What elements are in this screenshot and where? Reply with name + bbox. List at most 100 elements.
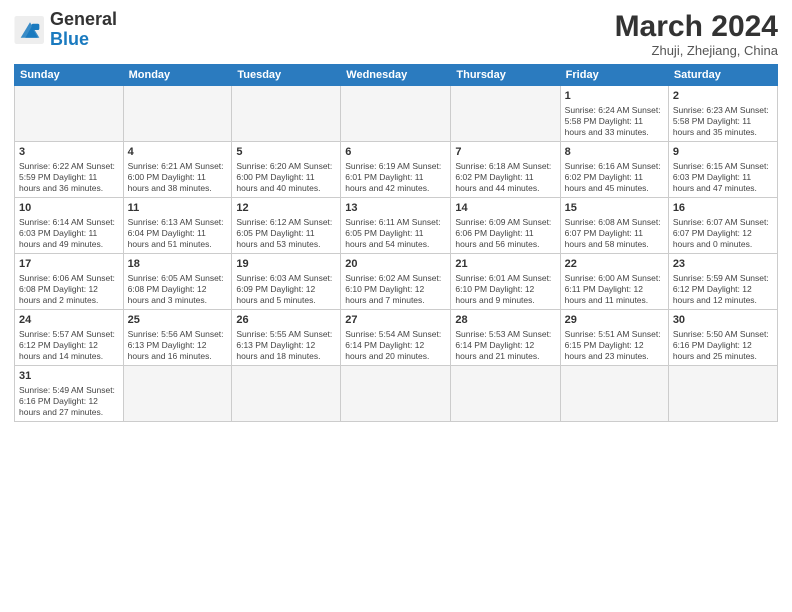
col-monday: Monday [123, 65, 232, 86]
day-info: Sunrise: 6:08 AM Sunset: 6:07 PM Dayligh… [565, 217, 664, 250]
calendar-cell: 2Sunrise: 6:23 AM Sunset: 5:58 PM Daylig… [668, 86, 777, 142]
day-number: 11 [128, 201, 228, 216]
calendar-cell: 17Sunrise: 6:06 AM Sunset: 6:08 PM Dayli… [15, 253, 124, 309]
day-info: Sunrise: 6:21 AM Sunset: 6:00 PM Dayligh… [128, 161, 228, 194]
calendar-cell: 4Sunrise: 6:21 AM Sunset: 6:00 PM Daylig… [123, 141, 232, 197]
day-info: Sunrise: 6:03 AM Sunset: 6:09 PM Dayligh… [236, 273, 336, 306]
day-info: Sunrise: 5:55 AM Sunset: 6:13 PM Dayligh… [236, 329, 336, 362]
day-number: 15 [565, 201, 664, 216]
day-number: 10 [19, 201, 119, 216]
day-number: 20 [345, 257, 446, 272]
calendar-cell: 30Sunrise: 5:50 AM Sunset: 6:16 PM Dayli… [668, 309, 777, 365]
day-number: 14 [455, 201, 555, 216]
col-wednesday: Wednesday [341, 65, 451, 86]
day-number: 30 [673, 313, 773, 328]
calendar-cell: 13Sunrise: 6:11 AM Sunset: 6:05 PM Dayli… [341, 197, 451, 253]
calendar-cell [451, 365, 560, 421]
calendar-cell: 10Sunrise: 6:14 AM Sunset: 6:03 PM Dayli… [15, 197, 124, 253]
calendar-header-row: Sunday Monday Tuesday Wednesday Thursday… [15, 65, 778, 86]
calendar-cell: 6Sunrise: 6:19 AM Sunset: 6:01 PM Daylig… [341, 141, 451, 197]
day-info: Sunrise: 6:14 AM Sunset: 6:03 PM Dayligh… [19, 217, 119, 250]
calendar-cell [668, 365, 777, 421]
col-saturday: Saturday [668, 65, 777, 86]
calendar-cell [123, 365, 232, 421]
day-info: Sunrise: 5:57 AM Sunset: 6:12 PM Dayligh… [19, 329, 119, 362]
calendar-cell [15, 86, 124, 142]
calendar-cell [451, 86, 560, 142]
day-number: 24 [19, 313, 119, 328]
calendar-cell: 31Sunrise: 5:49 AM Sunset: 6:16 PM Dayli… [15, 365, 124, 421]
calendar-cell: 7Sunrise: 6:18 AM Sunset: 6:02 PM Daylig… [451, 141, 560, 197]
day-number: 27 [345, 313, 446, 328]
logo: GeneralBlue [14, 10, 117, 50]
col-thursday: Thursday [451, 65, 560, 86]
title-block: March 2024 Zhuji, Zhejiang, China [615, 10, 778, 58]
day-info: Sunrise: 6:01 AM Sunset: 6:10 PM Dayligh… [455, 273, 555, 306]
calendar-cell: 1Sunrise: 6:24 AM Sunset: 5:58 PM Daylig… [560, 86, 668, 142]
day-number: 16 [673, 201, 773, 216]
day-info: Sunrise: 5:49 AM Sunset: 6:16 PM Dayligh… [19, 385, 119, 418]
calendar-cell: 12Sunrise: 6:12 AM Sunset: 6:05 PM Dayli… [232, 197, 341, 253]
day-number: 26 [236, 313, 336, 328]
sub-title: Zhuji, Zhejiang, China [615, 43, 778, 58]
day-info: Sunrise: 5:53 AM Sunset: 6:14 PM Dayligh… [455, 329, 555, 362]
general-blue-logo-icon [14, 16, 46, 44]
day-info: Sunrise: 6:00 AM Sunset: 6:11 PM Dayligh… [565, 273, 664, 306]
logo-text: GeneralBlue [50, 10, 117, 50]
day-number: 8 [565, 145, 664, 160]
calendar-cell: 3Sunrise: 6:22 AM Sunset: 5:59 PM Daylig… [15, 141, 124, 197]
day-number: 6 [345, 145, 446, 160]
calendar-cell: 11Sunrise: 6:13 AM Sunset: 6:04 PM Dayli… [123, 197, 232, 253]
day-number: 23 [673, 257, 773, 272]
day-info: Sunrise: 6:16 AM Sunset: 6:02 PM Dayligh… [565, 161, 664, 194]
day-number: 13 [345, 201, 446, 216]
calendar-cell: 19Sunrise: 6:03 AM Sunset: 6:09 PM Dayli… [232, 253, 341, 309]
day-number: 17 [19, 257, 119, 272]
day-info: Sunrise: 5:54 AM Sunset: 6:14 PM Dayligh… [345, 329, 446, 362]
calendar-cell: 18Sunrise: 6:05 AM Sunset: 6:08 PM Dayli… [123, 253, 232, 309]
day-number: 4 [128, 145, 228, 160]
day-info: Sunrise: 6:23 AM Sunset: 5:58 PM Dayligh… [673, 105, 773, 138]
day-number: 19 [236, 257, 336, 272]
day-number: 25 [128, 313, 228, 328]
day-info: Sunrise: 6:13 AM Sunset: 6:04 PM Dayligh… [128, 217, 228, 250]
main-title: March 2024 [615, 10, 778, 43]
day-info: Sunrise: 6:24 AM Sunset: 5:58 PM Dayligh… [565, 105, 664, 138]
col-sunday: Sunday [15, 65, 124, 86]
day-info: Sunrise: 5:59 AM Sunset: 6:12 PM Dayligh… [673, 273, 773, 306]
day-info: Sunrise: 6:15 AM Sunset: 6:03 PM Dayligh… [673, 161, 773, 194]
calendar-cell [341, 365, 451, 421]
day-info: Sunrise: 5:51 AM Sunset: 6:15 PM Dayligh… [565, 329, 664, 362]
day-number: 29 [565, 313, 664, 328]
calendar-cell: 21Sunrise: 6:01 AM Sunset: 6:10 PM Dayli… [451, 253, 560, 309]
day-info: Sunrise: 6:20 AM Sunset: 6:00 PM Dayligh… [236, 161, 336, 194]
header: GeneralBlue March 2024 Zhuji, Zhejiang, … [14, 10, 778, 58]
day-number: 9 [673, 145, 773, 160]
day-number: 5 [236, 145, 336, 160]
day-number: 21 [455, 257, 555, 272]
day-info: Sunrise: 6:06 AM Sunset: 6:08 PM Dayligh… [19, 273, 119, 306]
calendar-cell [123, 86, 232, 142]
day-info: Sunrise: 6:09 AM Sunset: 6:06 PM Dayligh… [455, 217, 555, 250]
calendar-cell: 16Sunrise: 6:07 AM Sunset: 6:07 PM Dayli… [668, 197, 777, 253]
calendar-cell: 22Sunrise: 6:00 AM Sunset: 6:11 PM Dayli… [560, 253, 668, 309]
day-info: Sunrise: 6:18 AM Sunset: 6:02 PM Dayligh… [455, 161, 555, 194]
day-number: 22 [565, 257, 664, 272]
calendar-cell: 24Sunrise: 5:57 AM Sunset: 6:12 PM Dayli… [15, 309, 124, 365]
day-info: Sunrise: 6:02 AM Sunset: 6:10 PM Dayligh… [345, 273, 446, 306]
calendar-cell: 27Sunrise: 5:54 AM Sunset: 6:14 PM Dayli… [341, 309, 451, 365]
day-number: 7 [455, 145, 555, 160]
calendar: Sunday Monday Tuesday Wednesday Thursday… [14, 64, 778, 422]
calendar-cell: 28Sunrise: 5:53 AM Sunset: 6:14 PM Dayli… [451, 309, 560, 365]
col-tuesday: Tuesday [232, 65, 341, 86]
day-info: Sunrise: 6:11 AM Sunset: 6:05 PM Dayligh… [345, 217, 446, 250]
day-number: 12 [236, 201, 336, 216]
calendar-cell: 20Sunrise: 6:02 AM Sunset: 6:10 PM Dayli… [341, 253, 451, 309]
day-number: 2 [673, 89, 773, 104]
day-info: Sunrise: 5:56 AM Sunset: 6:13 PM Dayligh… [128, 329, 228, 362]
day-number: 31 [19, 369, 119, 384]
col-friday: Friday [560, 65, 668, 86]
day-number: 28 [455, 313, 555, 328]
calendar-cell: 23Sunrise: 5:59 AM Sunset: 6:12 PM Dayli… [668, 253, 777, 309]
calendar-cell: 9Sunrise: 6:15 AM Sunset: 6:03 PM Daylig… [668, 141, 777, 197]
